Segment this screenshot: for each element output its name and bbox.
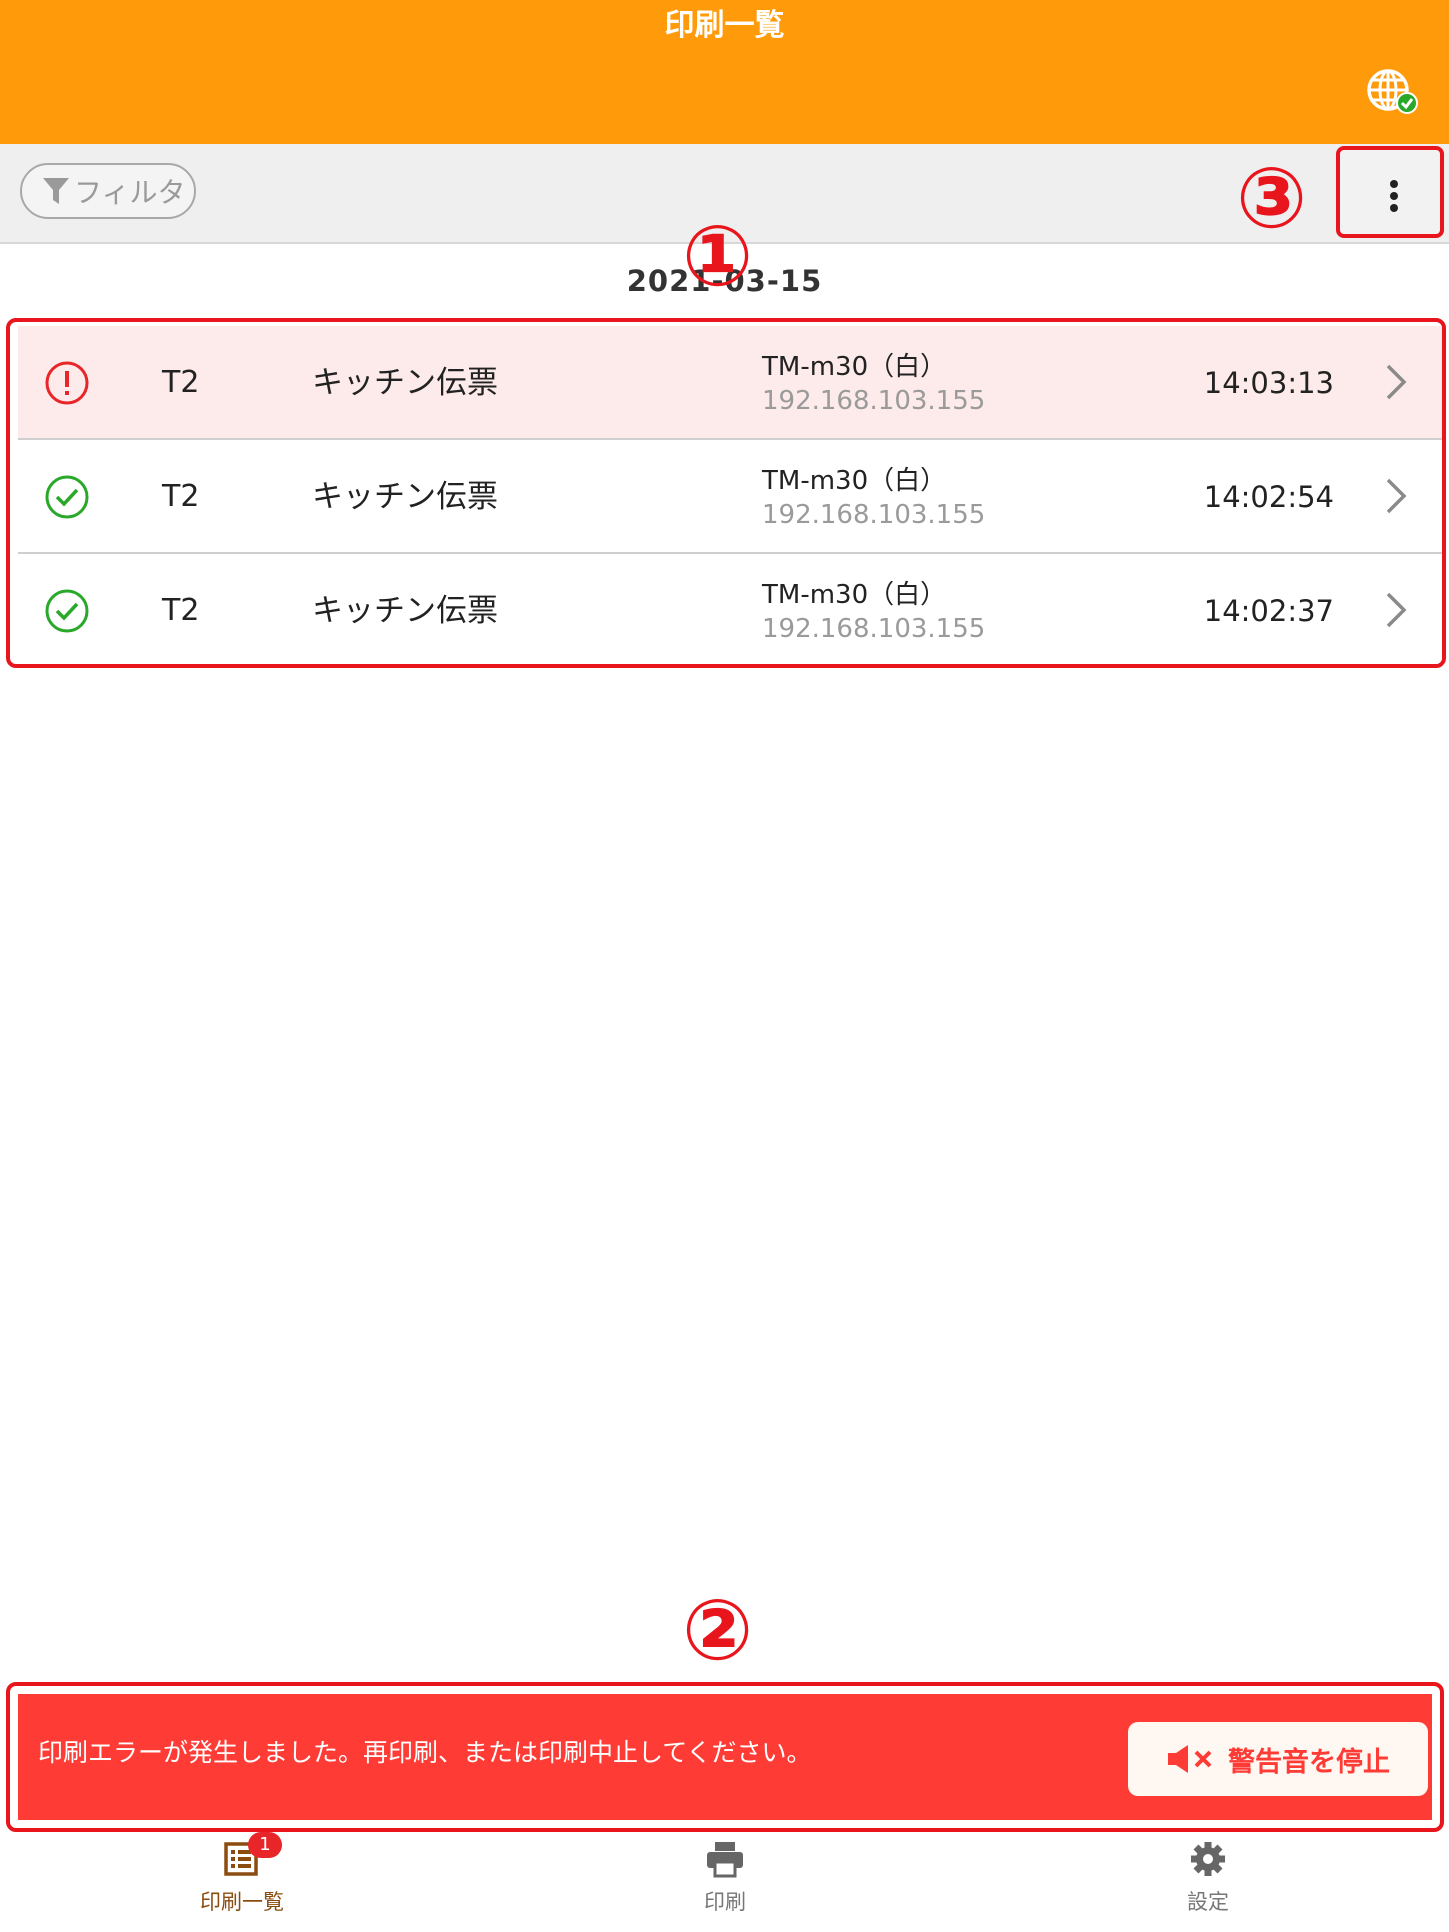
filter-button[interactable]: フィルタ — [20, 163, 196, 219]
page-title: 印刷一覧 — [664, 8, 785, 43]
error-message: 印刷エラーが発生しました。再印刷、または印刷中止してください。 — [38, 1738, 812, 1767]
print-time: 14:02:37 — [1203, 594, 1334, 628]
tab-label: 印刷 — [704, 1890, 746, 1914]
document-type: キッチン伝票 — [312, 479, 498, 515]
error-banner-body: 印刷エラーが発生しました。再印刷、または印刷中止してください。 警告音を停止 — [18, 1694, 1432, 1820]
chevron-right-icon — [1386, 364, 1407, 400]
list-item[interactable]: T2 キッチン伝票 TM-m30（白） 192.168.103.155 14:0… — [18, 326, 1442, 440]
printer-ip: 192.168.103.155 — [762, 386, 986, 416]
globe-connected-icon[interactable] — [1364, 66, 1420, 122]
error-icon — [45, 361, 89, 405]
printer-name: TM-m30（白） — [762, 352, 947, 382]
printer-icon — [707, 1842, 743, 1878]
printer-ip: 192.168.103.155 — [762, 614, 986, 644]
filter-icon — [43, 178, 69, 204]
tab-print[interactable]: 印刷 — [575, 1832, 875, 1932]
printer-name: TM-m30（白） — [762, 580, 947, 610]
table-number: T2 — [162, 479, 200, 514]
table-number: T2 — [162, 365, 200, 400]
print-time: 14:02:54 — [1203, 480, 1334, 514]
table-number: T2 — [162, 593, 200, 628]
print-time: 14:03:13 — [1203, 366, 1334, 400]
annotation-one: ① — [682, 207, 754, 305]
gear-icon — [1191, 1842, 1225, 1876]
stop-alarm-button[interactable]: 警告音を停止 — [1128, 1722, 1428, 1796]
print-history-list: T2 キッチン伝票 TM-m30（白） 192.168.103.155 14:0… — [6, 318, 1446, 668]
printer-ip: 192.168.103.155 — [762, 500, 986, 530]
bottom-tab-bar: 1 印刷一覧 印刷 設定 — [0, 1832, 1449, 1932]
speaker-muted-icon — [1168, 1745, 1212, 1773]
filter-label: フィルタ — [74, 176, 186, 209]
error-banner: 印刷エラーが発生しました。再印刷、または印刷中止してください。 警告音を停止 — [6, 1682, 1444, 1832]
document-type: キッチン伝票 — [312, 593, 498, 629]
tab-label: 印刷一覧 — [200, 1890, 284, 1914]
chevron-right-icon — [1386, 478, 1407, 514]
success-icon — [45, 589, 89, 633]
tab-settings[interactable]: 設定 — [1058, 1832, 1358, 1932]
annotation-three: ③ — [1236, 149, 1308, 247]
more-options-button[interactable] — [1336, 146, 1444, 238]
stop-alarm-label: 警告音を停止 — [1228, 1746, 1390, 1778]
printer-name: TM-m30（白） — [762, 466, 947, 496]
success-icon — [45, 475, 89, 519]
tab-print-list[interactable]: 1 印刷一覧 — [92, 1832, 392, 1932]
list-item[interactable]: T2 キッチン伝票 TM-m30（白） 192.168.103.155 14:0… — [18, 554, 1442, 664]
document-type: キッチン伝票 — [312, 365, 498, 401]
list-item[interactable]: T2 キッチン伝票 TM-m30（白） 192.168.103.155 14:0… — [18, 440, 1442, 554]
tab-label: 設定 — [1187, 1890, 1229, 1914]
chevron-right-icon — [1386, 592, 1407, 628]
notification-badge: 1 — [248, 1832, 282, 1858]
annotation-two: ② — [682, 1581, 754, 1679]
